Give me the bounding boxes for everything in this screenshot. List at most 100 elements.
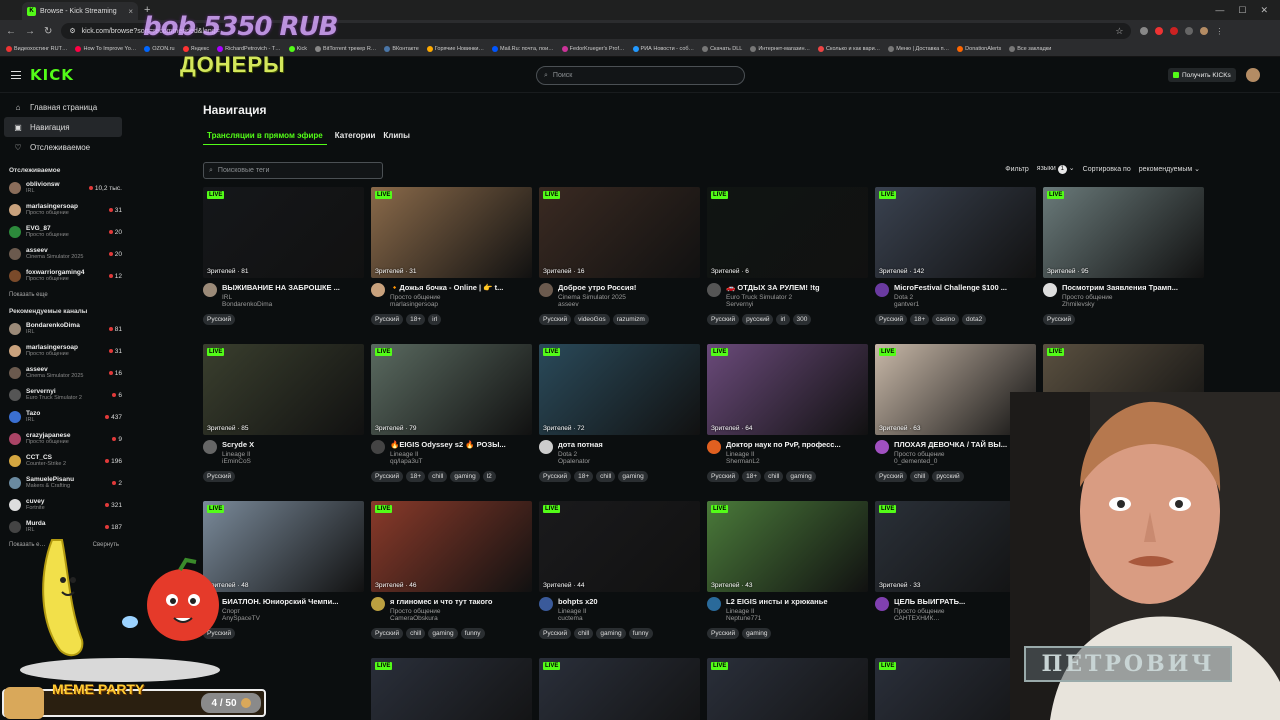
stream-thumbnail[interactable]: LIVE Зрителей · 95 [1043,187,1204,278]
channel-row[interactable]: SamuelePisanu Makers & Crafting 2 [0,472,130,494]
tag-chip[interactable]: Русский [707,471,740,482]
bookmark-item[interactable]: Mail.Ru: почта, пои… [492,46,554,52]
stream-thumbnail[interactable]: LIVE Зрителей · 6 [707,187,868,278]
stream-thumbnail[interactable]: LIVE Зрителей · 79 [371,344,532,435]
tag-chip[interactable]: Русский [203,314,236,325]
stream-category[interactable]: Dota 2 [894,294,1036,301]
stream-category[interactable]: Lineage II [390,451,532,458]
bookmark-item[interactable]: FedorKrueger's Prof… [561,46,625,52]
stream-title[interactable]: bohpts x20 [558,597,698,606]
close-tab-icon[interactable]: × [128,7,133,16]
tag-chip[interactable]: l2 [482,471,496,482]
tab-clips[interactable]: Клипы [383,131,410,145]
close-window-icon[interactable]: ✕ [1260,5,1268,16]
bookmark-item[interactable]: Все закладки [1009,46,1051,52]
tag-chip[interactable]: gaming [596,628,626,639]
minimize-icon[interactable]: — [1215,5,1224,16]
stream-title[interactable]: Scryde X [222,440,362,449]
stream-card[interactable]: LIVE Зрителей · 46 я глиномес и что тут та… [371,501,532,639]
tag-chip[interactable]: 18+ [574,471,594,482]
stream-thumbnail[interactable]: LIVE Зрителей · 31 [371,187,532,278]
stream-title[interactable]: Доброе утро Россия! [558,283,698,292]
channel-row[interactable]: crazyjapanese Просто общение 9 [0,428,130,450]
bookmark-item[interactable]: Меню | Доставка п… [888,46,949,52]
tag-chip[interactable]: Русский [875,314,908,325]
streamer-name[interactable]: Zhmilevsky [1062,301,1204,308]
tag-chip[interactable]: Русский [707,628,740,639]
stream-category[interactable]: IRL [222,294,364,301]
tag-chip[interactable]: chill [596,471,616,482]
streamer-avatar[interactable] [539,283,553,297]
tag-chip[interactable]: casino [932,314,959,325]
streamer-name[interactable]: ShermanL2 [726,458,868,465]
streamer-name[interactable]: marlasingersoap [390,301,532,308]
tag-chip[interactable]: gaming [742,628,772,639]
stream-thumbnail[interactable]: LIVE Зрителей · 16 [539,187,700,278]
bookmark-item[interactable]: Интернет-магазин… [750,46,810,52]
sidebar-nav-item[interactable]: ▣ Навигация [4,117,122,137]
stream-card[interactable]: LIVE Зрителей · 85 Scryde X Lineage II iEmin… [203,344,364,482]
stream-title[interactable]: 🔸Дожья бочка - Online | 👉 t... [390,283,530,292]
tag-chip[interactable]: Русский [875,471,908,482]
stream-card[interactable]: LIVE Зрителей · 81 ВЫЖИВАНИЕ НА ЗАБРОШКЕ .… [203,187,364,325]
streamer-avatar[interactable] [371,597,385,611]
streamer-avatar[interactable] [875,597,889,611]
bookmark-item[interactable]: ВКонтакте [384,46,419,52]
tab-categories[interactable]: Категории [335,131,376,145]
streamer-name[interactable]: asseev [558,301,700,308]
stream-category[interactable]: Dota 2 [558,451,700,458]
streamer-avatar[interactable] [371,283,385,297]
stream-thumbnail[interactable]: LIVE Зрителей · 64 [707,344,868,435]
stream-thumbnail[interactable]: LIVE Зрителей · 46 [371,501,532,592]
bookmark-item[interactable]: Видеохостинг RUT… [6,46,67,52]
stream-card[interactable]: LIVE Зрителей · 31 🔸Дожья бочка - Online |… [371,187,532,325]
bookmark-item[interactable]: Скачать DLL [702,46,742,52]
tag-chip[interactable]: chill [574,628,594,639]
stream-thumbnail[interactable]: LIVE Зрителей · 44 [539,501,700,592]
stream-category[interactable]: Cinema Simulator 2025 [558,294,700,301]
tag-chip[interactable]: dota2 [961,314,987,325]
show-more-link[interactable]: Показать еще [9,292,130,298]
tag-chip[interactable]: Русский [371,314,404,325]
stream-card[interactable]: LIVE [539,658,700,720]
stream-title[interactable]: Доктор наук по PvP, професс... [726,440,866,449]
stream-thumbnail[interactable]: LIVE Зрителей · 85 [203,344,364,435]
streamer-avatar[interactable] [203,440,217,454]
tag-chip[interactable]: funny [628,628,653,639]
stream-title[interactable]: я глиномес и что тут такого [390,597,530,606]
stream-category[interactable]: Lineage II [222,451,364,458]
bookmark-star-icon[interactable]: ☆ [1115,26,1123,37]
streamer-avatar[interactable] [875,440,889,454]
streamer-avatar[interactable] [1043,283,1057,297]
tag-chip[interactable]: razumizm [612,314,649,325]
stream-card[interactable]: LIVE Зрителей · 16 Доброе утро Россия! Cine… [539,187,700,325]
tag-chip[interactable]: chill [428,471,448,482]
stream-title[interactable]: L2 EIGIS инсты и хрюканье [726,597,866,606]
channel-row[interactable]: CCT_CS Counter-Strike 2 196 [0,450,130,472]
tag-chip[interactable]: Русский [203,471,236,482]
stream-thumbnail[interactable]: LIVE [371,658,532,720]
streamer-avatar[interactable] [875,283,889,297]
bookmark-item[interactable]: Сколько и как вари… [818,46,880,52]
search-input[interactable]: ⌕ Поиск [536,66,745,85]
tag-chip[interactable]: русский [932,471,964,482]
bookmark-item[interactable]: OZON.ru [144,46,175,52]
tag-chip[interactable]: chill [406,628,426,639]
user-avatar[interactable] [1246,68,1260,82]
back-icon[interactable]: ← [6,26,16,37]
site-info-icon[interactable]: ⚙ [69,27,75,35]
channel-row[interactable]: marlasingersoap Просто общение 31 [0,340,130,362]
tag-chip[interactable]: gaming [618,471,648,482]
channel-row[interactable]: cuvey Fortnite 321 [0,494,130,516]
tag-chip[interactable]: Русский [539,628,572,639]
tag-chip[interactable]: chill [910,471,930,482]
extension-icon[interactable] [1155,27,1164,35]
bookmark-item[interactable]: DonationAlerts [957,46,1001,52]
tag-chip[interactable]: 18+ [910,314,930,325]
stream-thumbnail[interactable]: LIVE Зрителей · 81 [203,187,364,278]
tag-chip[interactable]: Русский [371,628,404,639]
stream-category[interactable]: Euro Truck Simulator 2 [726,294,868,301]
tag-chip[interactable]: gaming [450,471,480,482]
bookmark-item[interactable]: Горячие Новинки… [426,46,484,52]
stream-thumbnail[interactable]: LIVE [707,658,868,720]
